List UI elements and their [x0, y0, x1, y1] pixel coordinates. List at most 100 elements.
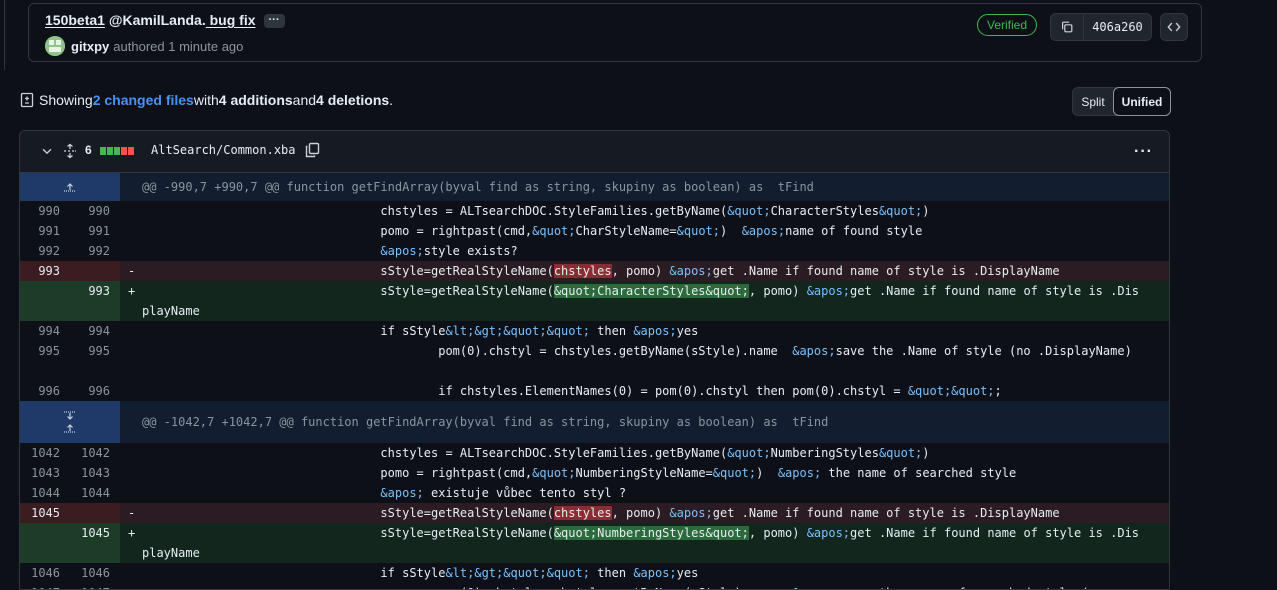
code-entity: &apos; [633, 324, 677, 338]
deleted-line: 993 - sStyle=getRealStyleName(chstyles, p… [20, 261, 1169, 281]
new-line-number[interactable] [70, 261, 110, 281]
changed-token: chstyles [553, 264, 612, 278]
new-line-number[interactable]: 994 [70, 321, 110, 341]
browse-files-button[interactable] [1160, 13, 1188, 41]
old-line-number[interactable]: 996 [20, 381, 60, 401]
diff-sign [128, 443, 135, 463]
new-line-number[interactable]: 1044 [70, 483, 110, 503]
commit-mention[interactable]: @KamilLanda [105, 12, 202, 28]
diff-sign: - [128, 264, 136, 278]
expand-hunk-button[interactable] [20, 401, 120, 443]
old-line-number[interactable] [20, 281, 60, 321]
old-line-number[interactable]: 993 [20, 261, 60, 281]
new-line-number[interactable]: 995 [70, 341, 110, 381]
new-line-number[interactable]: 1046 [70, 563, 110, 583]
old-line-number[interactable]: 1044 [20, 483, 60, 503]
old-line-number[interactable]: 992 [20, 241, 60, 261]
expand-all-button[interactable] [63, 143, 77, 162]
context-line: 991 991 pomo = rightpast(cmd,&quot;CharSt… [20, 221, 1169, 241]
copy-path-button[interactable] [304, 142, 320, 161]
new-line-number[interactable]: 991 [70, 221, 110, 241]
old-line-number[interactable]: 1046 [20, 563, 60, 583]
unified-view-button[interactable]: Unified [1113, 87, 1171, 116]
file-change-count: 6 [85, 143, 92, 157]
new-line-number[interactable]: 993 [70, 281, 110, 321]
avatar[interactable] [45, 36, 65, 56]
code-text: save then name of searched style (no [836, 586, 1103, 589]
new-line-number[interactable]: 1042 [70, 443, 110, 463]
old-line-number[interactable]: 1045 [20, 503, 60, 523]
diff-sign [128, 341, 135, 361]
code-text: chstyles = ALTsearchDOC.StyleFamilies.ge… [142, 204, 728, 218]
diff-sign [128, 583, 135, 589]
collapse-file-button[interactable] [40, 144, 54, 161]
old-line-number[interactable]: 1047 [20, 583, 60, 589]
code-text: NumberingStyles [770, 446, 879, 460]
new-line-number[interactable]: 990 [70, 201, 110, 221]
code-text: CharacterStyles [770, 204, 879, 218]
commit-sha[interactable]: 406a260 [1084, 14, 1151, 40]
file-path[interactable]: AltSearch/Common.xba [151, 143, 296, 157]
context-line: 1043 1043 pomo = rightpast(cmd,&quot;Numb… [20, 463, 1169, 483]
chevron-down-icon [42, 148, 52, 155]
code-text: ) [720, 224, 742, 238]
new-line-number[interactable]: 1047 [70, 583, 110, 589]
old-line-number[interactable]: 994 [20, 321, 60, 341]
new-line-number[interactable]: 1045 [70, 523, 110, 563]
context-line: 992 992 &apos;style exists? [20, 241, 1169, 261]
old-line-number[interactable]: 995 [20, 341, 60, 381]
old-line-number[interactable]: 1042 [20, 443, 60, 463]
code-text: ) [922, 204, 930, 218]
verified-badge[interactable]: Verified [977, 14, 1038, 36]
expand-up-icon [64, 424, 76, 433]
old-line-number[interactable] [20, 523, 60, 563]
code-entity: &apos; [777, 466, 822, 480]
code-line: if chstyles.ElementNames(0) = pom(0).chs… [142, 381, 1142, 401]
code-entity: &quot; [532, 224, 576, 238]
code-line: pom(0).chstyl = chstyles.getByName(sStyl… [142, 583, 1142, 589]
code-line: sStyle=getRealStyleName(chstyles, pomo) … [142, 503, 1142, 523]
split-view-button[interactable]: Split [1073, 88, 1113, 115]
code-text: if sStyle [142, 324, 446, 338]
diff-sign [128, 463, 135, 483]
code-text: , pomo) [611, 264, 670, 278]
code-line: if sStyle&lt;&gt;&quot;&quot; then &apos… [142, 563, 1142, 583]
copy-sha-button[interactable] [1051, 14, 1084, 40]
code-text: existuje vůbec tento styl ? [423, 486, 627, 500]
code-text: CharStyleName= [575, 224, 677, 238]
new-line-number[interactable]: 1043 [70, 463, 110, 483]
diff-sign [128, 483, 135, 503]
code-text: pomo = rightpast(cmd, [142, 466, 533, 480]
old-line-number[interactable]: 990 [20, 201, 60, 221]
code-entity: &quot; [878, 204, 923, 218]
context-line: 995 995 pom(0).chstyl = chstyles.getByNam… [20, 341, 1169, 381]
code-text: style exists? [423, 244, 518, 258]
old-line-number[interactable]: 1043 [20, 463, 60, 483]
code-entity: &apos; [380, 486, 424, 500]
expand-hunk-button[interactable] [20, 173, 120, 201]
deleted-line: 1045 - sStyle=getRealStyleName(chstyles, … [20, 503, 1169, 523]
diffstat-block [121, 147, 127, 155]
context-line: 990 990 chstyles = ALTsearchDOC.StyleFami… [20, 201, 1169, 221]
file-more-options-button[interactable]: ··· [1134, 143, 1153, 161]
code-line: &apos;style exists? [142, 241, 1142, 261]
code-text: then [589, 324, 634, 338]
code-entity: &apos; [806, 526, 851, 540]
code-text: then [589, 566, 634, 580]
new-line-number[interactable] [70, 503, 110, 523]
code-entity: &apos; [806, 284, 851, 298]
new-line-number[interactable]: 996 [70, 381, 110, 401]
commit-title-link[interactable]: 150beta1 [45, 12, 105, 28]
code-entity: &quot; [676, 224, 721, 238]
new-line-number[interactable]: 992 [70, 241, 110, 261]
code-text: the name of searched style [821, 466, 1017, 480]
commit-author[interactable]: gitxpy [71, 39, 109, 54]
diff-sign [128, 241, 135, 261]
code-text: NumberingStyleName= [575, 466, 713, 480]
changed-files-link[interactable]: 2 changed files [93, 92, 194, 108]
expand-message-button[interactable]: ··· [263, 14, 285, 29]
old-line-number[interactable]: 991 [20, 221, 60, 241]
commit-title-rest[interactable]: bug fix [206, 12, 256, 28]
diff-view-toggle: Split Unified [1072, 87, 1171, 116]
diffstat-block [107, 147, 113, 155]
